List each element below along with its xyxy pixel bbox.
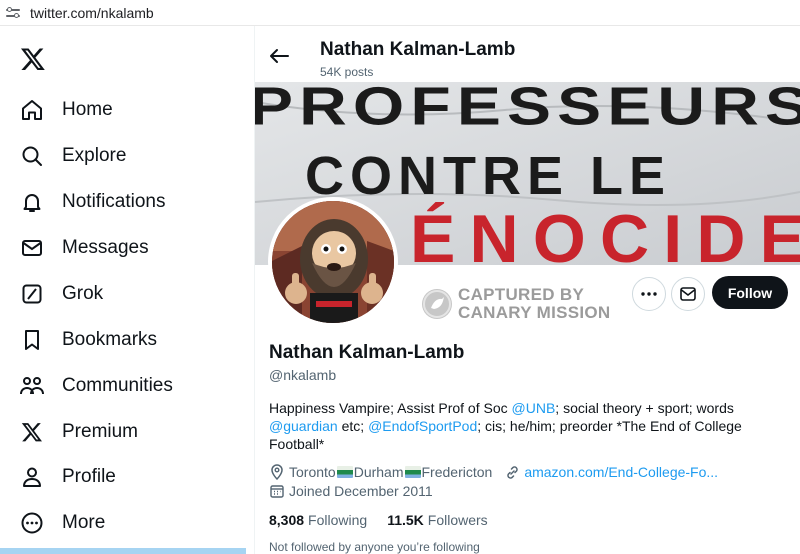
following-count: 8,308 bbox=[269, 512, 305, 528]
nav-label: Messages bbox=[62, 237, 149, 258]
follow-button[interactable]: Follow bbox=[712, 276, 788, 309]
bell-icon bbox=[19, 189, 45, 215]
envelope-icon bbox=[19, 235, 45, 261]
nav-notifications[interactable]: Notifications bbox=[0, 182, 230, 222]
followers-count: 11.5K bbox=[387, 512, 424, 528]
profile-header: Nathan Kalman-Lamb 54K posts bbox=[255, 26, 800, 82]
nav-explore[interactable]: Explore bbox=[0, 136, 230, 176]
flag-icon bbox=[336, 466, 353, 478]
nav-messages[interactable]: Messages bbox=[0, 228, 230, 268]
profile-bio: Happiness Vampire; Assist Prof of Soc @U… bbox=[269, 399, 769, 453]
ellipsis-icon bbox=[641, 292, 657, 296]
home-icon bbox=[19, 97, 45, 123]
following-label: Following bbox=[308, 512, 368, 528]
more-options-button[interactable] bbox=[632, 277, 666, 311]
location-text: Fredericton bbox=[421, 464, 493, 480]
calendar-icon bbox=[269, 483, 285, 499]
nav-label: Profile bbox=[62, 466, 116, 487]
bio-text: etc; bbox=[337, 418, 369, 434]
watermark-line1: CAPTURED BY bbox=[458, 285, 585, 304]
nav-label: Notifications bbox=[62, 191, 166, 212]
sidebar-nav: Home Explore Notifications Messages Grok… bbox=[0, 26, 254, 554]
nav-label: Grok bbox=[62, 283, 104, 304]
nav-label: Home bbox=[62, 99, 113, 120]
bookmark-icon bbox=[19, 327, 45, 353]
bio-text: ; social theory + sport; words bbox=[555, 400, 734, 416]
url-text: twitter.com/nkalamb bbox=[30, 4, 154, 21]
back-arrow-icon[interactable] bbox=[269, 48, 289, 64]
nav-premium[interactable]: Premium bbox=[0, 412, 230, 452]
site-settings-icon[interactable] bbox=[6, 6, 20, 19]
address-bar[interactable]: twitter.com/nkalamb bbox=[0, 0, 800, 26]
followers-label: Followers bbox=[427, 512, 488, 528]
nav-label: Premium bbox=[62, 421, 139, 442]
following-link[interactable]: 8,308 Following bbox=[269, 512, 367, 528]
joined-date: Joined December 2011 bbox=[289, 483, 433, 499]
header-name: Nathan Kalman-Lamb bbox=[320, 39, 516, 60]
link-icon bbox=[504, 464, 520, 480]
nav-label: Explore bbox=[62, 145, 127, 166]
nav-label: More bbox=[62, 512, 106, 533]
not-followed-note: Not followed by anyone you’re following bbox=[269, 540, 480, 554]
post-button-partial[interactable] bbox=[0, 548, 246, 554]
people-icon bbox=[19, 373, 45, 399]
x-logo-icon bbox=[19, 419, 45, 445]
nav-bookmarks[interactable]: Bookmarks bbox=[0, 320, 230, 360]
location-text: Durham bbox=[353, 464, 404, 480]
grok-icon bbox=[19, 281, 45, 307]
banner-text-line1: PROFESSEURS bbox=[255, 82, 800, 136]
watermark-line2: CANARY MISSION bbox=[458, 303, 611, 322]
bio-mention-guardian[interactable]: @guardian bbox=[269, 418, 338, 434]
nav-grok[interactable]: Grok bbox=[0, 274, 230, 314]
envelope-icon bbox=[680, 287, 696, 301]
bio-mention-endofsportpod[interactable]: @EndofSportPod bbox=[368, 418, 477, 434]
nav-label: Bookmarks bbox=[62, 329, 158, 350]
more-circle-icon bbox=[19, 510, 45, 536]
profile-meta-row: Toronto Durham Fredericton amazon.com/En… bbox=[269, 464, 718, 480]
flag-icon bbox=[404, 466, 421, 478]
location-pin-icon bbox=[269, 464, 285, 480]
banner-text-line2: CONTRE LE bbox=[305, 146, 665, 206]
website-link[interactable]: amazon.com/End-College-Fo... bbox=[524, 464, 718, 480]
nav-home[interactable]: Home bbox=[0, 90, 230, 130]
person-icon bbox=[19, 464, 45, 490]
nav-label: Communities bbox=[62, 375, 173, 396]
bio-text: Happiness Vampire; Assist Prof of Soc bbox=[269, 400, 512, 416]
followers-link[interactable]: 11.5K Followers bbox=[387, 512, 488, 528]
follow-counts: 8,308 Following 11.5K Followers bbox=[269, 512, 508, 528]
location-text: Toronto bbox=[289, 464, 336, 480]
nav-more[interactable]: More bbox=[0, 503, 230, 543]
avatar-image bbox=[272, 201, 394, 323]
header-post-count: 54K posts bbox=[320, 65, 374, 79]
canary-bird-icon bbox=[422, 289, 452, 319]
message-button[interactable] bbox=[671, 277, 705, 311]
profile-handle: @nkalamb bbox=[269, 367, 337, 383]
avatar[interactable] bbox=[268, 197, 398, 327]
profile-joined-row: Joined December 2011 bbox=[269, 483, 433, 499]
bio-mention-unb[interactable]: @UNB bbox=[512, 400, 556, 416]
x-logo-icon[interactable] bbox=[19, 46, 47, 72]
canary-mission-watermark: CAPTURED BY CANARY MISSION bbox=[422, 286, 611, 322]
nav-communities[interactable]: Communities bbox=[0, 366, 230, 406]
nav-profile[interactable]: Profile bbox=[0, 457, 230, 497]
search-icon bbox=[19, 143, 45, 169]
profile-name: Nathan Kalman-Lamb bbox=[269, 342, 465, 363]
